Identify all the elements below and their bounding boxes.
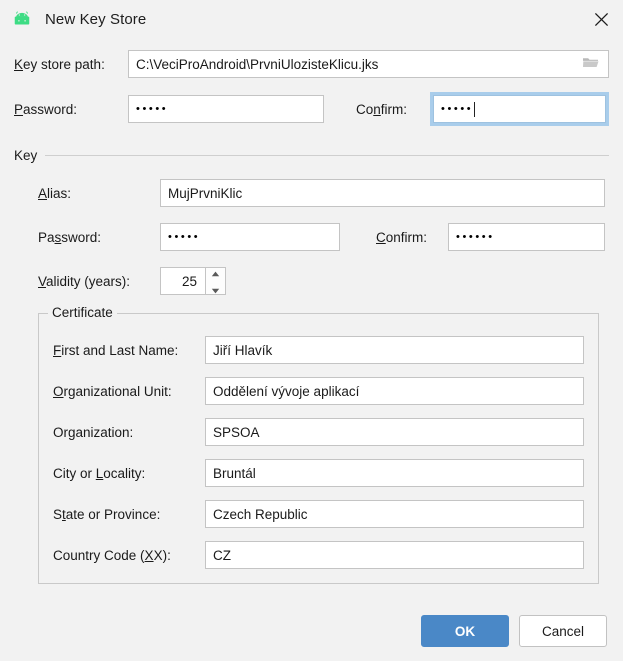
key-password-label: Password:: [38, 229, 102, 245]
certificate-name-row: First and Last Name: Jiří Hlavík: [53, 336, 584, 364]
keystore-path-input[interactable]: C:\VeciProAndroid\PrvniUlozisteKlicu.jks: [128, 50, 609, 78]
keystore-confirm-label: Confirm:: [356, 101, 408, 117]
certificate-country-label: Country Code (XX):: [53, 547, 171, 563]
keystore-confirm-input[interactable]: •••••: [433, 95, 606, 123]
certificate-city-input[interactable]: Bruntál: [205, 459, 584, 487]
certificate-organization-label: Organization:: [53, 424, 134, 440]
keystore-password-label: Password:: [14, 101, 78, 117]
key-confirm-label: Confirm:: [376, 229, 428, 245]
key-group: Key Alias: MujPrvniKlic Password: ••••• …: [0, 148, 623, 295]
certificate-group-legend: Certificate: [48, 305, 117, 320]
window-title: New Key Store: [45, 10, 147, 28]
certificate-state-input[interactable]: Czech Republic: [205, 500, 584, 528]
validity-label: Validity (years):: [38, 273, 131, 289]
alias-input[interactable]: MujPrvniKlic: [160, 179, 605, 207]
validity-stepper[interactable]: 25: [160, 267, 226, 295]
android-icon: [12, 9, 32, 29]
certificate-country-input[interactable]: CZ: [205, 541, 584, 569]
certificate-organization-row: Organization: SPSOA: [53, 418, 584, 446]
cancel-button[interactable]: Cancel: [519, 615, 607, 647]
browse-folder-button[interactable]: [579, 50, 603, 78]
certificate-org-unit-row: Organizational Unit: Oddělení vývoje apl…: [53, 377, 584, 405]
keystore-password-row: Password: ••••• Confirm: •••••: [14, 92, 609, 126]
keystore-section: Key store path: C:\VeciProAndroid\PrvniU…: [0, 50, 623, 126]
text-caret: [474, 101, 476, 117]
key-password-input[interactable]: •••••: [160, 223, 340, 251]
certificate-country-row: Country Code (XX): CZ: [53, 541, 584, 569]
folder-open-icon: [582, 55, 600, 73]
certificate-name-label: First and Last Name:: [53, 342, 179, 358]
key-password-row: Password: ••••• Confirm: ••••••: [38, 223, 605, 251]
close-icon: [594, 12, 609, 27]
dialog-footer: OK Cancel: [0, 601, 623, 661]
certificate-state-label: State or Province:: [53, 506, 161, 522]
key-group-title: Key: [14, 148, 38, 163]
validity-input[interactable]: 25: [160, 267, 205, 295]
alias-label: Alias:: [38, 185, 72, 201]
certificate-state-row: State or Province: Czech Republic: [53, 500, 584, 528]
validity-stepper-buttons[interactable]: [205, 267, 226, 295]
alias-row: Alias: MujPrvniKlic: [38, 179, 605, 207]
keystore-password-input[interactable]: •••••: [128, 95, 324, 123]
keystore-confirm-input-focus-ring: •••••: [430, 92, 609, 126]
certificate-city-label: City or Locality:: [53, 465, 146, 481]
certificate-name-input[interactable]: Jiří Hlavík: [205, 336, 584, 364]
keystore-path-label: Key store path:: [14, 56, 105, 72]
key-group-header: Key: [14, 148, 609, 163]
chevron-up-icon[interactable]: [211, 265, 220, 280]
keystore-path-row: Key store path: C:\VeciProAndroid\PrvniU…: [14, 50, 609, 78]
key-confirm-input[interactable]: ••••••: [448, 223, 605, 251]
certificate-org-unit-label: Organizational Unit:: [53, 383, 172, 399]
title-bar: New Key Store: [0, 0, 623, 38]
certificate-organization-input[interactable]: SPSOA: [205, 418, 584, 446]
keystore-path-field-wrap: C:\VeciProAndroid\PrvniUlozisteKlicu.jks: [128, 50, 609, 78]
certificate-city-row: City or Locality: Bruntál: [53, 459, 584, 487]
key-group-body: Alias: MujPrvniKlic Password: ••••• Conf…: [14, 179, 609, 295]
key-group-separator: [45, 155, 609, 156]
ok-button[interactable]: OK: [421, 615, 509, 647]
close-button[interactable]: [579, 0, 623, 38]
validity-row: Validity (years): 25: [38, 267, 605, 295]
chevron-down-icon[interactable]: [211, 282, 220, 297]
certificate-org-unit-input[interactable]: Oddělení vývoje aplikací: [205, 377, 584, 405]
certificate-group: Certificate First and Last Name: Jiří Hl…: [38, 305, 599, 584]
